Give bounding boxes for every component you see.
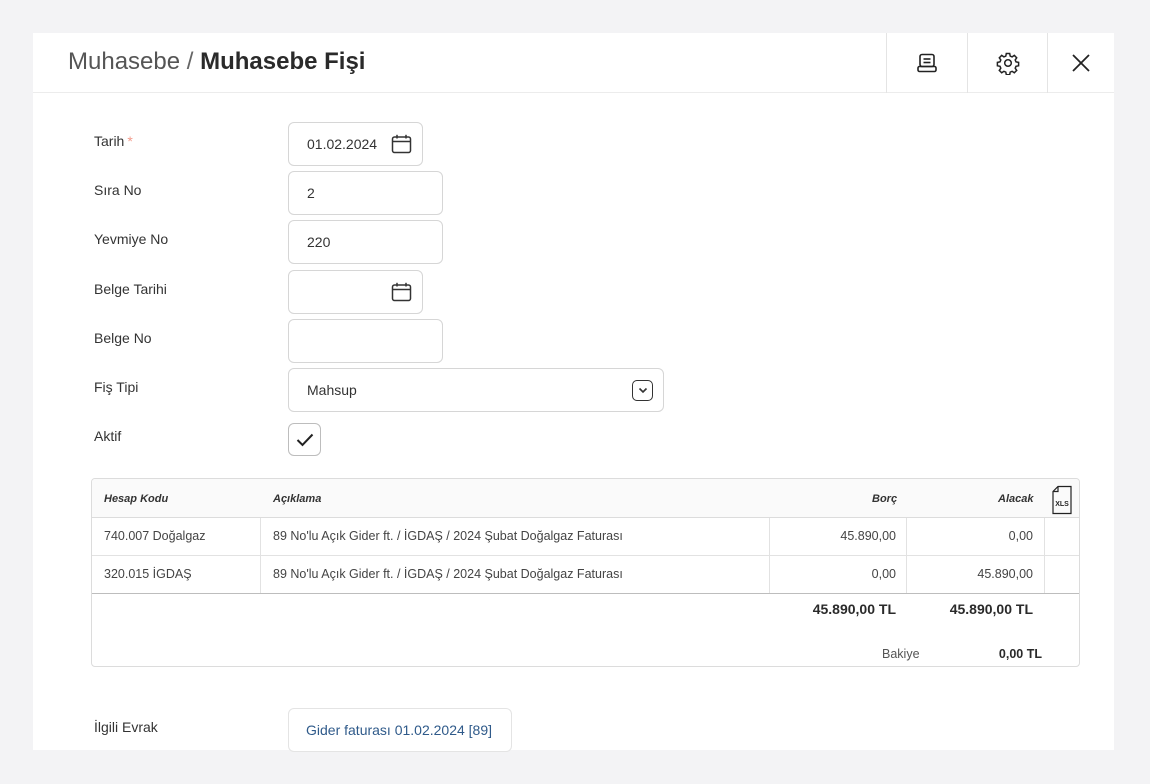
yevmiye-no-input[interactable]: 220 (288, 220, 443, 264)
aktif-label: Aktif (94, 428, 122, 444)
cell-alacak: 45.890,00 (977, 567, 1033, 581)
cell-hesap-kodu: 740.007 Doğalgaz (104, 529, 206, 543)
breadcrumb-current: Muhasebe Fişi (200, 48, 366, 75)
yevmiye-no-label: Yevmiye No (94, 231, 169, 247)
required-mark: * (127, 133, 133, 149)
form-panel: Muhasebe / Muhasebe Fişi Tarih * 01.02.2… (33, 33, 1114, 752)
yevmiye-no-value: 220 (307, 234, 331, 250)
ilgili-evrak-label: İlgili Evrak (94, 719, 158, 735)
calendar-icon[interactable] (391, 134, 412, 154)
breadcrumb-parent[interactable]: Muhasebe (68, 48, 180, 75)
cell-hesap-kodu: 320.015 İGDAŞ (104, 567, 192, 581)
fis-tipi-select[interactable]: Mahsup (288, 368, 664, 412)
totals-divider (92, 593, 1079, 594)
aktif-checkbox[interactable] (288, 423, 321, 456)
cell-borc: 0,00 (871, 567, 896, 581)
dropdown-button[interactable] (632, 380, 653, 401)
page-header: Muhasebe / Muhasebe Fişi (33, 33, 1114, 93)
cell-alacak: 0,00 (1008, 529, 1033, 543)
fis-tipi-value: Mahsup (307, 382, 357, 398)
belge-no-input[interactable] (288, 319, 443, 363)
table-row[interactable]: 320.015 İGDAŞ 89 No'lu Açık Gider ft. / … (92, 556, 1079, 594)
journal-entries-table: Hesap Kodu Açıklama Borç Alacak XLS 740.… (91, 478, 1080, 667)
page-title: Muhasebe / Muhasebe Fişi (68, 48, 365, 76)
related-document-link[interactable]: Gider faturası 01.02.2024 [89] (288, 708, 512, 752)
breadcrumb-separator: / (186, 48, 194, 75)
total-borc: 45.890,00 TL (812, 601, 896, 617)
tarih-label: Tarih * (94, 133, 133, 149)
print-button[interactable] (886, 33, 966, 93)
belge-tarihi-label: Belge Tarihi (94, 281, 167, 297)
print-icon (916, 53, 937, 73)
column-divider (260, 556, 261, 594)
bakiye-label: Bakiye (882, 647, 920, 661)
belge-tarihi-date-field[interactable] (288, 270, 423, 314)
bakiye-value: 0,00 TL (998, 647, 1042, 661)
checkmark-icon (296, 433, 313, 446)
belge-no-label: Belge No (94, 330, 152, 346)
cell-aciklama: 89 No'lu Açık Gider ft. / İGDAŞ / 2024 Ş… (273, 567, 623, 581)
table-row[interactable]: 740.007 Doğalgaz 89 No'lu Açık Gider ft.… (92, 518, 1079, 556)
fis-tipi-label: Fiş Tipi (94, 379, 139, 395)
table-header: Hesap Kodu Açıklama Borç Alacak XLS (92, 479, 1079, 518)
column-divider (260, 518, 261, 556)
gear-icon (996, 52, 1019, 75)
svg-text:XLS: XLS (1055, 501, 1069, 508)
cell-borc: 45.890,00 (840, 529, 896, 543)
column-header-hesap-kodu[interactable]: Hesap Kodu (104, 493, 168, 505)
sira-no-input[interactable]: 2 (288, 171, 443, 215)
sira-no-label: Sıra No (94, 182, 142, 198)
calendar-icon[interactable] (391, 282, 412, 302)
column-header-aciklama[interactable]: Açıklama (273, 493, 321, 505)
column-header-alacak[interactable]: Alacak (998, 493, 1033, 505)
cell-aciklama: 89 No'lu Açık Gider ft. / İGDAŞ / 2024 Ş… (273, 529, 623, 543)
column-divider (1044, 518, 1045, 556)
chevron-down-icon (638, 387, 647, 394)
close-button[interactable] (1047, 33, 1114, 93)
sira-no-value: 2 (307, 185, 315, 201)
close-icon (1072, 54, 1090, 72)
column-header-borc[interactable]: Borç (872, 493, 897, 505)
xls-export-icon[interactable]: XLS (1051, 485, 1073, 515)
total-alacak: 45.890,00 TL (949, 601, 1033, 617)
tarih-date-field[interactable]: 01.02.2024 (288, 122, 423, 166)
column-divider (1044, 556, 1045, 594)
settings-button[interactable] (967, 33, 1047, 93)
